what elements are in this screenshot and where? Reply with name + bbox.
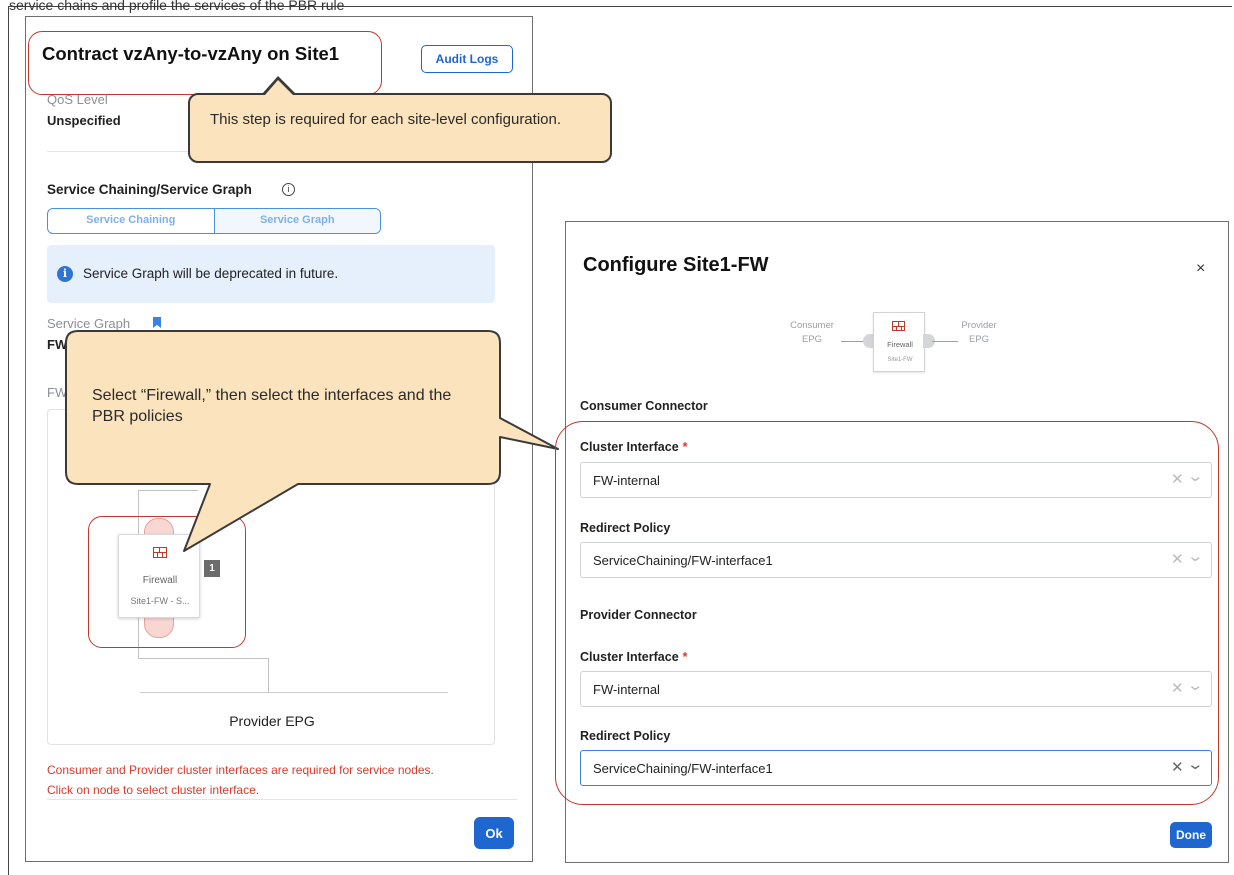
close-icon[interactable]: × (1196, 260, 1205, 278)
provider-epg-label: Provider EPG (229, 713, 315, 729)
service-graph-label: Service Graph (47, 316, 131, 331)
tab-service-chaining[interactable]: Service Chaining (48, 209, 214, 233)
info-icon: i (57, 266, 73, 282)
consumer-label: Consumer (790, 320, 834, 331)
title-annotation-highlight (28, 31, 382, 95)
firewall-icon (892, 321, 905, 331)
connector-line (138, 490, 198, 491)
provider-epg-label: Provider EPG (954, 319, 1004, 347)
service-chaining-section-title: Service Chaining/Service Graph (47, 182, 252, 197)
tab-service-graph[interactable]: Service Graph (213, 209, 380, 233)
deprecation-banner: i Service Graph will be deprecated in fu… (47, 245, 495, 303)
provider-label: Provider (961, 320, 997, 331)
provider-epg-suffix: EPG (968, 334, 990, 345)
service-graph-value: FW (47, 337, 68, 352)
chain-node-subtitle: Site1-FW (887, 357, 913, 363)
qos-level-label: QoS Level (47, 92, 108, 107)
consumer-epg-suffix: EPG (801, 334, 823, 345)
consumer-connector-heading: Consumer Connector (580, 399, 708, 413)
ok-button[interactable]: Ok (474, 817, 514, 849)
configure-firewall-dialog: Configure Site1-FW × Consumer EPG Firewa… (555, 221, 1230, 863)
consumer-epg-label: Consumer EPG (782, 319, 842, 347)
connector-line (268, 658, 269, 692)
done-button[interactable]: Done (1170, 822, 1212, 848)
callout-pointer-fill (265, 80, 293, 95)
service-mode-segmented-control: Service Chaining Service Graph (47, 208, 381, 234)
service-graph-canvas: Firewall Site1-FW - S... 1 Provider EPG (47, 409, 495, 745)
chain-node-name: Firewall (887, 340, 913, 349)
chain-firewall-node: Firewall Site1-FW (873, 312, 925, 372)
error-message-line1: Consumer and Provider cluster interfaces… (47, 763, 434, 777)
info-circle-icon[interactable]: i (282, 183, 295, 196)
provider-epg-line (140, 692, 448, 693)
footer-divider (47, 799, 517, 800)
service-chain-diagram: Consumer EPG Firewall Site1-FW Provider … (566, 312, 1230, 374)
audit-logs-button[interactable]: Audit Logs (421, 45, 513, 73)
deprecation-banner-text: Service Graph will be deprecated in futu… (83, 266, 339, 281)
node-annotation-highlight (88, 516, 246, 648)
fw-section-label: FW (47, 385, 68, 400)
dialog-title: Configure Site1-FW (583, 254, 769, 276)
clipped-top-text: service chains and profile the services … (9, 0, 345, 13)
callout-select-firewall-text: Select “Firewall,” then select the inter… (92, 387, 452, 425)
callout-site-step: This step is required for each site-leve… (188, 93, 612, 163)
qos-level-value: Unspecified (47, 113, 121, 128)
error-message-line2: Click on node to select cluster interfac… (47, 783, 260, 797)
connector-line (138, 658, 268, 659)
fields-annotation-highlight (555, 421, 1219, 805)
callout-site-step-text: This step is required for each site-leve… (210, 111, 562, 128)
bookmark-icon (153, 317, 161, 328)
